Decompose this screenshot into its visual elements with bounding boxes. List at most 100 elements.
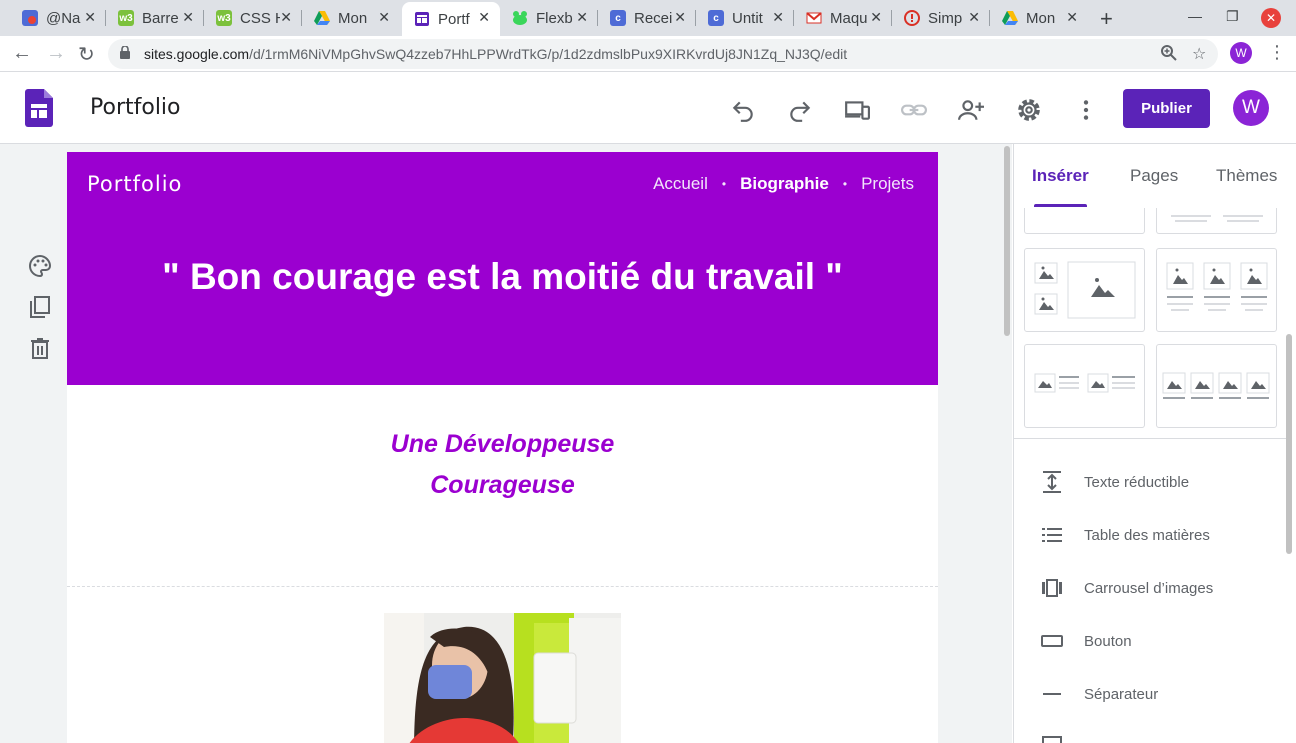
settings-gear-icon[interactable] <box>1016 97 1042 123</box>
window-close-icon[interactable]: ✕ <box>1261 8 1281 28</box>
new-tab-plus-icon[interactable]: + <box>1100 6 1113 32</box>
tab-close-icon[interactable]: ✕ <box>84 9 96 26</box>
nav-separator: • <box>721 177 727 191</box>
sites-app-bar: Portfolio Publier W <box>0 73 1296 144</box>
tab-title: Barre <box>142 9 179 27</box>
tab-close-icon[interactable]: ✕ <box>576 9 588 26</box>
insert-button[interactable]: Bouton <box>1040 626 1132 656</box>
insert-collapsible-text[interactable]: Texte réductible <box>1040 467 1189 497</box>
panel-scrollbar-thumb[interactable] <box>1286 334 1292 554</box>
layout-card[interactable] <box>1024 208 1145 234</box>
duplicate-icon[interactable] <box>28 295 52 319</box>
preview-devices-icon[interactable] <box>844 97 870 123</box>
site-name[interactable]: Portfolio <box>87 172 182 196</box>
delete-trash-icon[interactable] <box>28 336 52 360</box>
nav-link-biographie[interactable]: Biographie <box>740 174 829 194</box>
back-arrow-icon[interactable]: ← <box>12 42 32 65</box>
publish-button[interactable]: Publier <box>1123 89 1210 128</box>
browser-tab[interactable]: Flexb ✕ <box>500 2 598 34</box>
placeholder-icon <box>1042 736 1062 743</box>
more-options-icon[interactable] <box>1073 97 1099 123</box>
tab-title: Mon <box>1026 9 1056 27</box>
image-placeholder-icon <box>1034 262 1058 284</box>
browser-tab[interactable]: c Recei ✕ <box>598 2 696 34</box>
browser-profile-avatar[interactable]: W <box>1230 42 1252 64</box>
nav-link-projets[interactable]: Projets <box>861 174 914 194</box>
browser-tab[interactable]: c Untit ✕ <box>696 2 794 34</box>
profile-photo[interactable] <box>384 613 621 743</box>
browser-tab[interactable]: Simp ✕ <box>892 2 990 34</box>
browser-toolbar: ← → ↻ sites.google.com/d/1rmM6NiVMpGhvSw… <box>0 36 1296 72</box>
panel-tabs: Insérer Pages Thèmes <box>1014 144 1296 208</box>
tab-close-icon[interactable]: ✕ <box>280 9 292 26</box>
address-bar[interactable]: sites.google.com/d/1rmM6NiVMpGhvSwQ4zzeb… <box>108 39 1218 69</box>
tab-title: Flexb <box>536 9 573 27</box>
browser-tab[interactable]: Mon ✕ <box>990 2 1088 34</box>
insert-table-of-contents[interactable]: Table des matières <box>1040 520 1210 550</box>
site-header-banner[interactable]: Portfolio Accueil • Biographie • Projets… <box>67 152 938 385</box>
bookmark-star-icon[interactable]: ☆ <box>1192 44 1206 64</box>
undo-icon[interactable] <box>730 97 756 123</box>
section-boundary <box>67 586 938 587</box>
account-avatar[interactable]: W <box>1233 90 1269 126</box>
url-host: sites.google.com <box>144 46 250 62</box>
tab-close-icon[interactable]: ✕ <box>182 9 194 26</box>
browser-tab-active[interactable]: Portf ✕ <box>402 2 500 36</box>
page-subtitle[interactable]: Une Développeuse Courageuse <box>67 424 938 506</box>
tab-close-icon[interactable]: ✕ <box>772 9 784 26</box>
url-path: /d/1rmM6NiVMpGhvSwQ4zzeb7HhLPPWrdTkG/p/1… <box>249 46 848 62</box>
tab-close-icon[interactable]: ✕ <box>870 9 882 26</box>
tab-close-icon[interactable]: ✕ <box>674 9 686 26</box>
insert-image-carousel[interactable]: Carrousel d’images <box>1040 573 1213 603</box>
insert-divider[interactable]: Séparateur <box>1040 679 1158 709</box>
insert-next-element[interactable] <box>1040 730 1084 743</box>
layout-card[interactable] <box>1156 248 1277 332</box>
palette-icon[interactable] <box>28 254 52 278</box>
tab-close-icon[interactable]: ✕ <box>968 9 980 26</box>
restore-icon[interactable]: ❐ <box>1226 8 1239 25</box>
alert-icon <box>904 10 920 26</box>
browser-tab[interactable]: @Na ✕ <box>10 2 106 34</box>
tab-themes[interactable]: Thèmes <box>1216 166 1277 186</box>
site-document-title[interactable]: Portfolio <box>90 95 181 120</box>
browser-tab[interactable]: w3 CSS H ✕ <box>204 2 302 34</box>
sites-favicon-icon <box>414 11 430 27</box>
tab-close-icon[interactable]: ✕ <box>378 9 390 26</box>
browser-tab[interactable]: w3 Barre ✕ <box>106 2 204 34</box>
zoom-icon[interactable] <box>1160 44 1178 62</box>
layout-card[interactable] <box>1156 208 1277 234</box>
drive-icon <box>314 10 330 26</box>
layout-card[interactable] <box>1024 344 1145 428</box>
button-icon <box>1041 635 1063 647</box>
layout-card[interactable] <box>1156 344 1277 428</box>
share-add-person-icon[interactable] <box>958 97 984 123</box>
browser-tab[interactable]: Maqu ✕ <box>794 2 892 34</box>
collapsible-text-icon <box>1043 471 1061 493</box>
google-sites-logo-icon[interactable] <box>25 89 53 127</box>
layout-card[interactable] <box>1024 248 1145 332</box>
browser-tab[interactable]: Mon ✕ <box>302 2 400 34</box>
forward-arrow-icon[interactable]: → <box>46 42 66 65</box>
nav-link-accueil[interactable]: Accueil <box>653 174 708 194</box>
canvas-scrollbar[interactable] <box>1002 144 1012 743</box>
link-icon[interactable] <box>901 97 927 123</box>
tab-title: Recei <box>634 9 673 27</box>
tab-title: Simp <box>928 9 963 27</box>
tab-inserer[interactable]: Insérer <box>1032 166 1089 186</box>
tab-title: Mon <box>338 9 368 27</box>
hero-quote[interactable]: " Bon courage est la moitié du travail " <box>67 256 938 298</box>
canvas-scrollbar-thumb[interactable] <box>1004 146 1010 336</box>
tab-title: Untit <box>732 9 763 27</box>
tab-close-icon[interactable]: ✕ <box>478 9 490 26</box>
browser-menu-icon[interactable]: ⋮ <box>1268 42 1286 63</box>
tab-favicon-icon <box>22 10 38 26</box>
table-of-contents-icon <box>1042 528 1062 542</box>
tab-title: @Na <box>46 9 81 27</box>
minimize-icon[interactable]: — <box>1188 8 1202 24</box>
tab-close-icon[interactable]: ✕ <box>1066 9 1078 26</box>
insert-label: Table des matières <box>1084 526 1210 544</box>
reload-icon[interactable]: ↻ <box>78 42 95 67</box>
tab-pages[interactable]: Pages <box>1130 166 1178 186</box>
redo-icon[interactable] <box>787 97 813 123</box>
url-text: sites.google.com/d/1rmM6NiVMpGhvSwQ4zzeb… <box>144 46 847 62</box>
